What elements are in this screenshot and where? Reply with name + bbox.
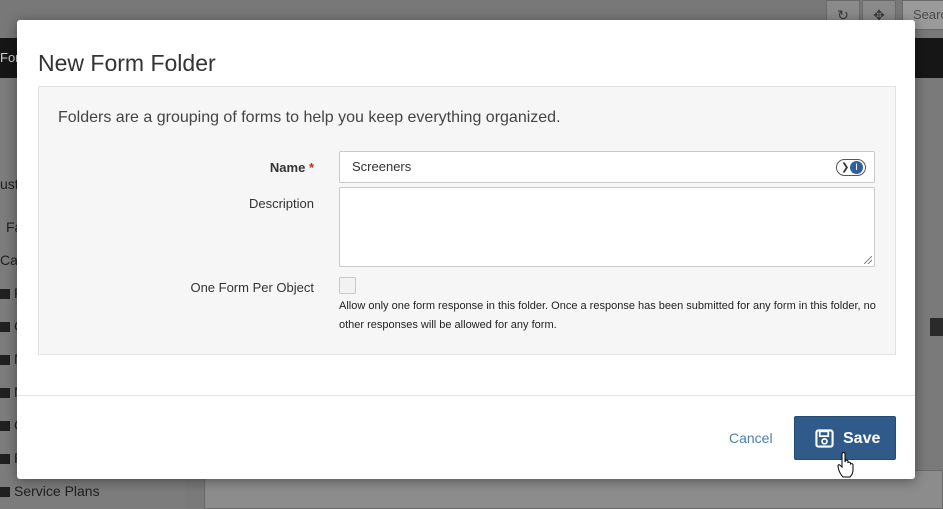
plus-icon	[0, 355, 10, 366]
list-icon	[0, 289, 10, 300]
form-panel: Folders are a grouping of forms to help …	[38, 86, 896, 355]
intro-text: Folders are a grouping of forms to help …	[58, 109, 561, 126]
list-icon	[0, 454, 10, 465]
gear-icon	[0, 487, 10, 498]
description-label: Description	[248, 196, 314, 211]
save-button-label: Save	[843, 430, 881, 447]
one-form-per-object-checkbox[interactable]	[339, 277, 356, 294]
user-icon	[0, 322, 10, 333]
name-input[interactable]: Screeners ❯ Ⅰ	[339, 151, 875, 183]
hand-cursor-icon	[837, 452, 854, 478]
bg-sidebar-item: Ca	[0, 252, 18, 268]
footer-divider	[17, 395, 915, 396]
cancel-button[interactable]: Cancel	[729, 430, 773, 446]
resize-handle-icon[interactable]	[864, 256, 872, 264]
required-asterisk: *	[308, 160, 314, 175]
modal-title: New Form Folder	[38, 50, 216, 76]
new-form-folder-modal: New Form Folder Folders are a grouping o…	[17, 20, 915, 479]
name-label: Name *	[269, 160, 314, 175]
bg-button	[930, 318, 943, 336]
name-input-value: Screeners	[352, 159, 412, 174]
one-form-per-object-label: One Form Per Object	[190, 280, 314, 295]
one-form-help-text: Allow only one form response in this fol…	[339, 300, 876, 331]
password-manager-icon[interactable]: ❯ Ⅰ	[836, 159, 866, 176]
password-manager-badge-icon: Ⅰ	[850, 161, 863, 174]
bg-sidebar-item-service-plans: Service Plans	[0, 483, 100, 499]
document-icon	[0, 388, 10, 399]
save-disk-icon	[815, 429, 834, 448]
list-icon	[0, 421, 10, 432]
description-textarea[interactable]	[339, 187, 875, 267]
